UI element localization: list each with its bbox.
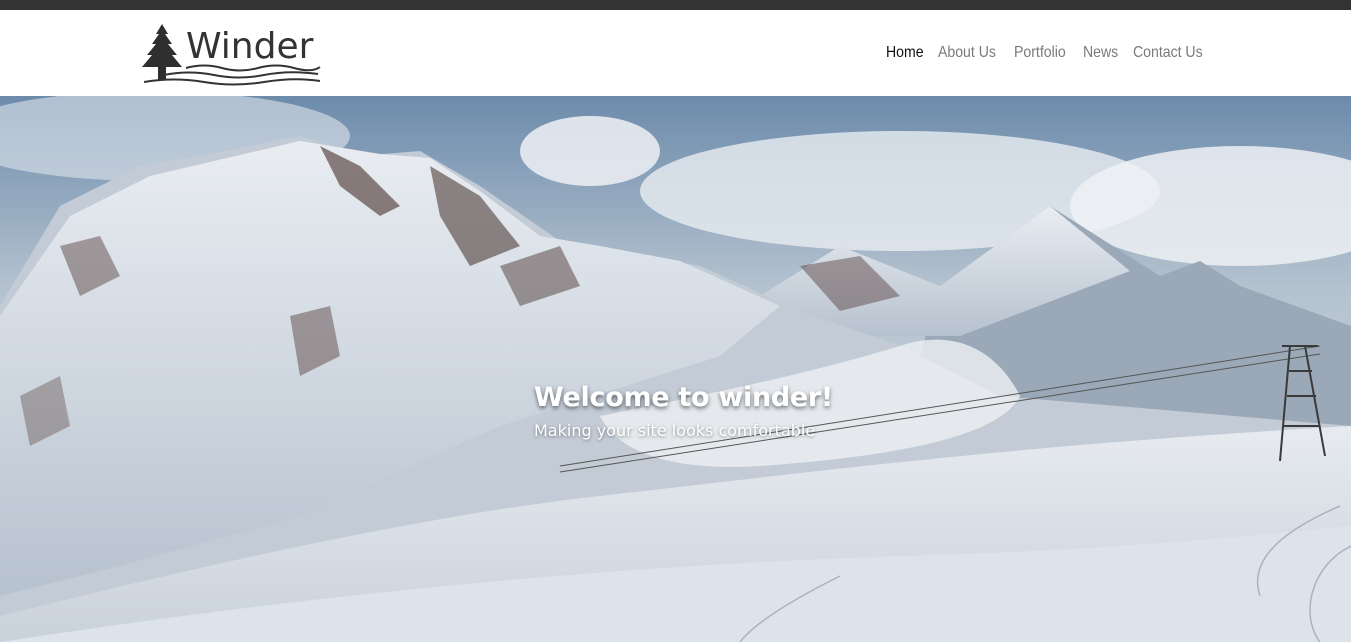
- main-nav: Home About Us Portfolio News Contact Us: [886, 44, 1206, 62]
- brand-name: Winder: [186, 26, 314, 67]
- hero-subtitle: Making your site looks comfortable: [534, 421, 816, 440]
- hero-background-image: [0, 96, 1351, 642]
- nav-item-portfolio[interactable]: Portfolio: [1014, 44, 1066, 62]
- nav-item-news[interactable]: News: [1083, 44, 1118, 62]
- site-header: Winder Home About Us Portfolio News Cont…: [0, 10, 1351, 96]
- hero-banner: Welcome to winder! Making your site look…: [0, 96, 1351, 642]
- hero-caption: Welcome to winder! Making your site look…: [534, 382, 833, 440]
- waves-graphic: [143, 64, 321, 86]
- nav-item-home[interactable]: Home: [886, 44, 924, 62]
- top-accent-bar: [0, 0, 1351, 10]
- nav-item-contact-us[interactable]: Contact Us: [1133, 44, 1203, 62]
- nav-item-about-us[interactable]: About Us: [938, 44, 996, 62]
- brand-logo[interactable]: Winder: [134, 22, 324, 86]
- hero-title: Welcome to winder!: [534, 382, 833, 413]
